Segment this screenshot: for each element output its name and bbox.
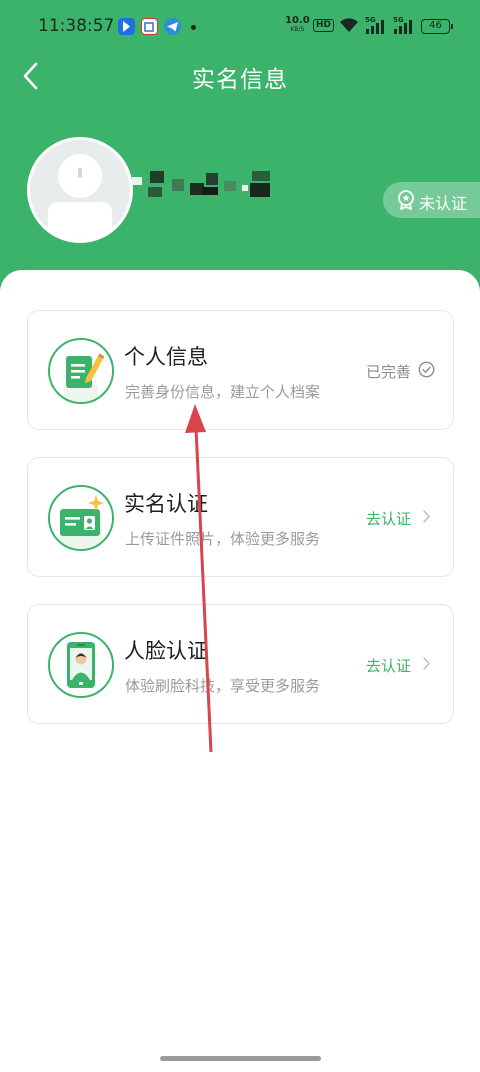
certification-badge[interactable]: 未认证 <box>383 182 480 218</box>
card-subtitle: 上传证件照片，体验更多服务 <box>125 530 321 548</box>
username-redacted <box>132 171 270 197</box>
certification-status: 未认证 <box>419 194 468 213</box>
wifi-icon <box>340 18 358 32</box>
notification-dot <box>191 25 196 30</box>
card-subtitle: 体验刷脸科技，享受更多服务 <box>125 677 321 695</box>
edit-document-icon <box>48 338 114 404</box>
card-title: 实名认证 <box>124 492 208 516</box>
chevron-right-icon <box>423 510 430 523</box>
card-title: 个人信息 <box>124 345 208 369</box>
check-circle-icon <box>418 361 435 378</box>
net-speed-value: 10.0 <box>285 15 310 26</box>
card-real-name-verification[interactable]: 实名认证 上传证件照片，体验更多服务 去认证 <box>27 457 454 577</box>
chevron-right-icon <box>423 657 430 670</box>
net-speed-unit: KB/S <box>290 26 305 33</box>
app-notification-icon <box>118 18 135 35</box>
award-badge-icon <box>398 190 414 210</box>
avatar-head <box>58 154 102 198</box>
face-phone-icon <box>48 632 114 698</box>
card-personal-info[interactable]: 个人信息 完善身份信息，建立个人档案 已完善 <box>27 310 454 430</box>
signal-icon <box>366 20 384 34</box>
net-speed: 10.0 KB/S <box>285 16 310 34</box>
home-indicator[interactable] <box>160 1056 321 1061</box>
card-status: 去认证 <box>365 510 411 528</box>
battery-icon: 46 <box>421 19 453 34</box>
status-bar: 11:38:57 10.0 KB/S HD 5G 5G 46 <box>0 0 480 52</box>
id-card-icon <box>48 485 114 551</box>
signal-icon <box>394 20 412 34</box>
telegram-icon <box>164 18 181 35</box>
avatar[interactable] <box>27 137 133 243</box>
page-title: 实名信息 <box>192 67 288 93</box>
hd-badge: HD <box>313 19 335 32</box>
card-title: 人脸认证 <box>124 639 208 663</box>
avatar-body <box>48 202 112 240</box>
card-subtitle: 完善身份信息，建立个人档案 <box>125 383 321 401</box>
card-face-verification[interactable]: 人脸认证 体验刷脸科技，享受更多服务 去认证 <box>27 604 454 724</box>
app-notification-icon <box>141 18 158 35</box>
card-status: 已完善 <box>365 363 411 381</box>
card-status: 去认证 <box>365 657 411 675</box>
status-time: 11:38:57 <box>38 16 115 36</box>
